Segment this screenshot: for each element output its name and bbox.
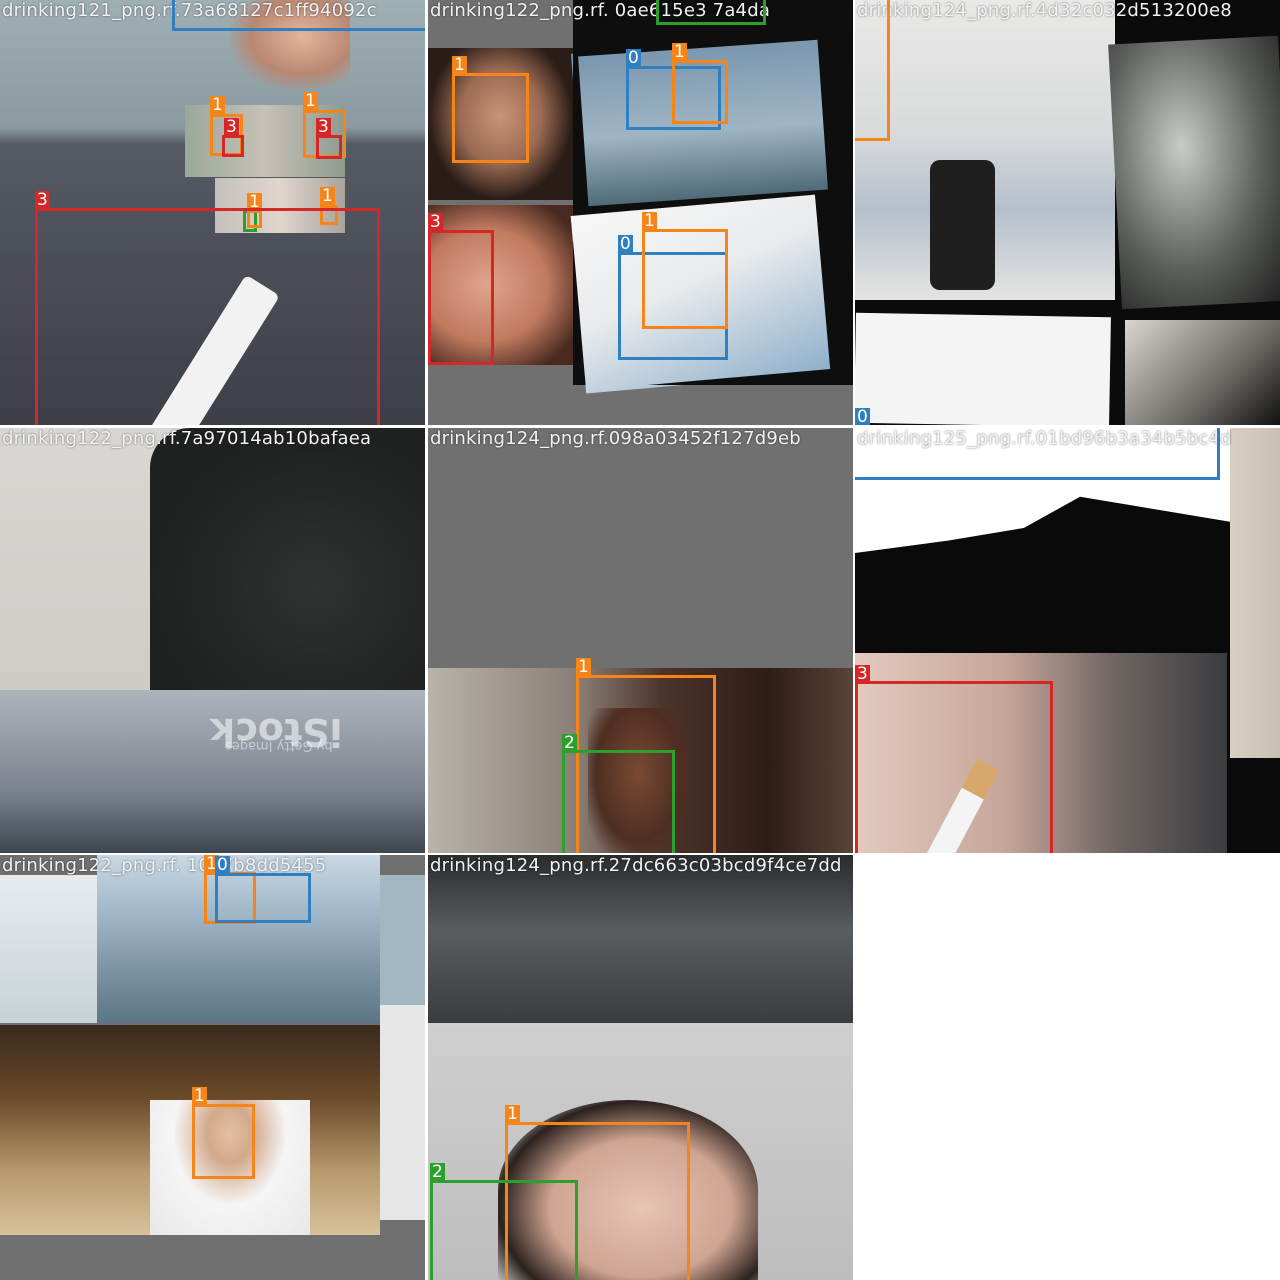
photo-dark-figure [1125,320,1280,425]
bbox-tag: 3 [316,117,331,137]
bbox-class-1 [672,60,728,124]
bbox-class-0 [215,873,311,923]
bbox-class-3 [855,681,1053,853]
bbox-class-0 [855,428,1220,480]
bbox-class-0 [172,0,425,31]
bbox-tag: 3 [35,190,50,210]
bbox-class-1 [855,0,890,141]
mosaic-tile-2: drinking122_png.rf. 0ae615e3 7a4da 0 1 1… [428,0,853,425]
photo-white-panel [855,312,1111,425]
bbox-tag: 0 [618,234,633,254]
tile-filename: drinking124_png.rf.27dc663c03bcd9f4ce7dd [430,855,842,876]
bbox-tag: 0 [855,407,870,425]
bbox-class-2 [430,1180,578,1280]
mosaic-tile-4: iStock by Getty Images drinking122_png.r… [0,428,425,853]
bbox-class-3 [222,135,244,157]
photo-gym-bw [1108,35,1280,310]
photo-shirt [150,428,425,690]
bbox-tag: 1 [320,186,335,206]
photo-wall [380,1005,425,1220]
photo-legs-dark [428,855,853,1023]
photo-wall-right [1230,428,1280,758]
mosaic-tile-5: drinking124_png.rf.098a03452f127d9eb 1 2 [428,428,853,853]
bbox-tag: 3 [428,212,443,232]
photo-chair [930,160,995,290]
mosaic-tile-6: drinking125_png.rf.01bd96b3a34b5bc4d 3 [855,428,1280,853]
mosaic-tile-7: drinking122_png.rf. 1097b8dd5455 1 0 1 [0,855,425,1280]
bbox-class-1 [642,229,728,329]
bbox-tag: 3 [855,664,870,684]
bbox-tag: 0 [215,855,230,875]
photo-sea-right [380,875,425,1005]
mosaic-tile-1: drinking121_png.rf.73a68127c1ff94092c 1 … [0,0,425,425]
tile-filename: drinking122_png.rf.7a97014ab10bafaea [2,428,372,449]
bbox-tag: 2 [430,1162,445,1182]
bbox-tag: 1 [192,1086,207,1106]
bbox-class-1 [192,1104,255,1179]
mosaic-tile-8: drinking124_png.rf.27dc663c03bcd9f4ce7dd… [428,855,853,1280]
bbox-class-3 [35,208,380,425]
bbox-tag: 2 [562,733,577,753]
bbox-class-3 [428,230,494,365]
tile-filename: drinking124_png.rf.098a03452f127d9eb [430,428,801,449]
bbox-tag: 3 [224,117,239,137]
bbox-class-3 [316,135,342,159]
bbox-tag: 1 [303,91,318,111]
mosaic-tile-3: drinking124_png.rf.4d32c032d513200e8 0 [855,0,1280,425]
bbox-tag: 1 [576,657,591,677]
bbox-class-2 [656,0,766,25]
bbox-tag: 1 [452,55,467,75]
photo-window-left [0,875,97,1023]
bbox-tag: 1 [672,42,687,62]
bbox-tag: 1 [210,95,225,115]
tile-filename: drinking124_png.rf.4d32c032d513200e8 [857,0,1232,21]
bbox-tag: 1 [642,211,657,231]
bbox-class-2 [562,750,675,853]
bbox-tag: 0 [626,48,641,68]
watermark-sub: by Getty Images [225,738,333,753]
bbox-class-1 [452,73,529,163]
bbox-tag: 1 [505,1104,520,1124]
